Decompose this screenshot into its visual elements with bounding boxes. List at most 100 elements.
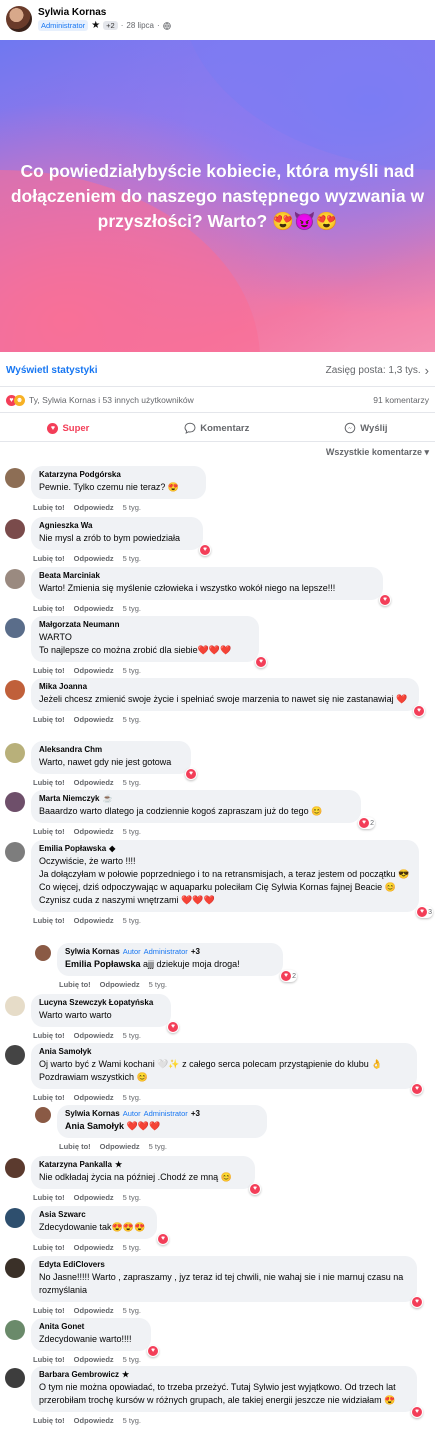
reaction-badge[interactable]: ♥ [411,1083,423,1095]
like-link[interactable]: Lubię to! [33,666,65,675]
comment-time[interactable]: 5 tyg. [123,1093,141,1102]
reply-link[interactable]: Odpowiedz [74,554,114,563]
commenter-name[interactable]: Lucyna Szewczyk Łopatyńska [39,998,163,1007]
comment-time[interactable]: 5 tyg. [123,604,141,613]
reply-link[interactable]: Odpowiedz [74,1031,114,1040]
commenter-avatar[interactable] [5,792,25,812]
comment-time[interactable]: 5 tyg. [123,715,141,724]
comment-time[interactable]: 5 tyg. [123,666,141,675]
comment-time[interactable]: 5 tyg. [149,1142,167,1151]
reply-link[interactable]: Odpowiedz [100,1142,140,1151]
commenter-avatar[interactable] [5,1258,25,1278]
reply-link[interactable]: Odpowiedz [100,980,140,989]
reply-link[interactable]: Odpowiedz [74,1416,114,1425]
share-button[interactable]: Wyślij [344,422,388,434]
commenter-avatar[interactable] [5,1158,25,1178]
reactions-summary[interactable]: Ty, Sylwia Kornas i 53 innych użytkownik… [29,395,194,405]
commenter-name[interactable]: Agnieszka Wa [39,521,195,530]
comment-time[interactable]: 5 tyg. [123,778,141,787]
like-link[interactable]: Lubię to! [33,503,65,512]
comment-time[interactable]: 5 tyg. [123,1031,141,1040]
like-link[interactable]: Lubię to! [33,1416,65,1425]
like-link[interactable]: Lubię to! [33,1031,65,1040]
commenter-name[interactable]: Edyta EdiClovers [39,1260,409,1269]
commenter-avatar[interactable] [5,519,25,539]
reaction-badge[interactable]: ♥ [255,656,267,668]
reply-link[interactable]: Odpowiedz [74,916,114,925]
reaction-badge[interactable]: ♥ [411,1296,423,1308]
commenter-name[interactable]: Anita Gonet [39,1322,143,1331]
comment-time[interactable]: 5 tyg. [123,916,141,925]
mention-link[interactable]: Ania Samołyk [65,1121,124,1131]
reply-link[interactable]: Odpowiedz [74,778,114,787]
comment-time[interactable]: 5 tyg. [123,1416,141,1425]
like-link[interactable]: Lubię to! [33,1193,65,1202]
commenter-avatar[interactable] [35,945,51,961]
reaction-badge[interactable]: ♥ [199,544,211,556]
commenter-avatar[interactable] [5,996,25,1016]
reaction-badge[interactable]: ♥ 2 [358,817,375,829]
like-link[interactable]: Lubię to! [33,778,65,787]
commenter-name[interactable]: Katarzyna Pankalla [39,1160,112,1169]
like-link[interactable]: Lubię to! [33,1243,65,1252]
reply-link[interactable]: Odpowiedz [74,827,114,836]
comments-count[interactable]: 91 komentarzy [373,395,429,405]
comment-button[interactable]: Komentarz [184,422,249,434]
commenter-avatar[interactable] [5,1368,25,1388]
post-date[interactable]: 28 lipca [126,21,154,30]
commenter-name[interactable]: Marta Niemczyk [39,794,99,803]
comment-time[interactable]: 5 tyg. [123,1243,141,1252]
comment-time[interactable]: 5 tyg. [123,827,141,836]
reply-link[interactable]: Odpowiedz [74,1193,114,1202]
commenter-name[interactable]: Beata Marciniak [39,571,375,580]
reaction-badge[interactable]: ♥ [413,705,425,717]
reply-link[interactable]: Odpowiedz [74,1355,114,1364]
reaction-badge[interactable]: ♥ 2 [280,970,297,982]
chevron-right-icon[interactable]: › [425,363,429,378]
commenter-avatar[interactable] [5,743,25,763]
like-link[interactable]: Lubię to! [33,1093,65,1102]
like-link[interactable]: Lubię to! [59,1142,91,1151]
reaction-badge[interactable]: ♥ 3 [416,906,433,918]
comment-time[interactable]: 5 tyg. [123,1306,141,1315]
like-link[interactable]: Lubię to! [33,916,65,925]
reply-link[interactable]: Odpowiedz [74,1243,114,1252]
commenter-avatar[interactable] [5,618,25,638]
like-link[interactable]: Lubię to! [33,604,65,613]
commenter-avatar[interactable] [5,680,25,700]
reaction-badge[interactable]: ♥ [185,768,197,780]
reply-link[interactable]: Odpowiedz [74,1093,114,1102]
reply-link[interactable]: Odpowiedz [74,1306,114,1315]
reaction-badge[interactable]: ♥ [147,1345,159,1357]
commenter-name[interactable]: Asia Szwarc [39,1210,149,1219]
commenter-avatar[interactable] [5,1208,25,1228]
commenter-name[interactable]: Emilia Popławska [39,844,106,853]
comment-time[interactable]: 5 tyg. [123,554,141,563]
mention-link[interactable]: Emilia Popławska [65,959,141,969]
like-link[interactable]: Lubię to! [33,554,65,563]
comment-time[interactable]: 5 tyg. [123,1193,141,1202]
extra-badges[interactable]: +3 [191,947,200,956]
view-stats-link[interactable]: Wyświetl statystyki [6,365,98,376]
commenter-name[interactable]: Małgorzata Neumann [39,620,251,629]
author-avatar[interactable] [6,6,32,32]
commenter-avatar[interactable] [5,1320,25,1340]
commenter-name[interactable]: Barbara Gembrowicz [39,1370,119,1379]
comment-time[interactable]: 5 tyg. [123,503,141,512]
commenter-avatar[interactable] [5,468,25,488]
reply-link[interactable]: Odpowiedz [74,604,114,613]
commenter-name[interactable]: Aleksandra Chm [39,745,183,754]
commenter-name[interactable]: Sylwia Kornas [65,947,120,956]
like-link[interactable]: Lubię to! [33,1355,65,1364]
commenter-name[interactable]: Mika Joanna [39,682,411,691]
reaction-badge[interactable]: ♥ [157,1233,169,1245]
commenter-name[interactable]: Katarzyna Podgórska [39,470,198,479]
extra-badges[interactable]: +3 [191,1109,200,1118]
comment-time[interactable]: 5 tyg. [149,980,167,989]
like-link[interactable]: Lubię to! [33,827,65,836]
reaction-badge[interactable]: ♥ [411,1406,423,1418]
reply-link[interactable]: Odpowiedz [74,503,114,512]
commenter-avatar[interactable] [5,1045,25,1065]
like-link[interactable]: Lubię to! [33,715,65,724]
reply-link[interactable]: Odpowiedz [74,715,114,724]
